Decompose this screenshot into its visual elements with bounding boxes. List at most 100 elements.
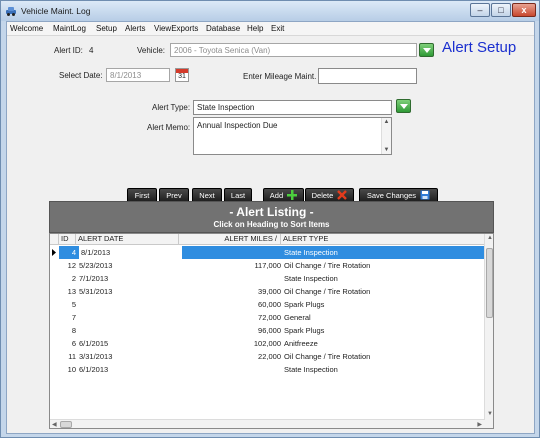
- table-row[interactable]: 8 96,000 Spark Plugs: [59, 324, 485, 337]
- cell-type: Oil Change / Tire Rotation: [284, 261, 371, 270]
- alert-memo-field[interactable]: Annual Inspection Due ▲ ▼: [193, 117, 392, 155]
- chevron-down-icon: [423, 48, 431, 53]
- mileage-label: Enter Mileage Maint.: [243, 72, 317, 81]
- delete-button-label: Delete: [311, 191, 334, 200]
- cell-id: 8: [71, 326, 76, 335]
- cell-date: 7/1/2013: [79, 274, 109, 283]
- menu-database[interactable]: Database: [206, 24, 240, 33]
- cell-miles: 72,000: [258, 313, 281, 322]
- table-row[interactable]: 2 7/1/2013 State Inspection: [59, 272, 485, 285]
- cell-id: 11: [68, 352, 76, 361]
- menu-alerts[interactable]: Alerts: [125, 24, 145, 33]
- calendar-icon[interactable]: 31: [175, 68, 189, 82]
- horizontal-scroll-thumb[interactable]: [60, 421, 72, 428]
- vehicle-field[interactable]: 2006 - Toyota Senica (Van): [170, 43, 417, 57]
- table-row[interactable]: 10 6/1/2013 State Inspection: [59, 363, 485, 376]
- maximize-icon: □: [498, 5, 504, 15]
- cell-id: 5: [71, 300, 76, 309]
- scroll-up-icon[interactable]: ▲: [487, 235, 493, 241]
- page-title: Alert Setup: [442, 39, 517, 56]
- scroll-left-icon[interactable]: ◀: [52, 421, 57, 428]
- menu-welcome[interactable]: Welcome: [10, 24, 43, 33]
- prev-button-label: Prev: [166, 191, 182, 200]
- cell-date: 5/31/2013: [79, 287, 113, 296]
- menu-exit[interactable]: Exit: [271, 24, 284, 33]
- col-alert-miles[interactable]: ALERT MILES /: [179, 234, 281, 245]
- scroll-down-icon[interactable]: ▼: [382, 147, 391, 153]
- col-id[interactable]: ID: [59, 234, 76, 245]
- chevron-down-icon: [400, 104, 408, 109]
- row-header-corner: [50, 234, 59, 245]
- menu-maintlog[interactable]: MaintLog: [53, 24, 86, 33]
- cell-id: 6: [71, 339, 76, 348]
- grid-horizontal-scrollbar[interactable]: ◀ ▶: [50, 419, 485, 428]
- car-icon: [6, 7, 16, 16]
- menu-help[interactable]: Help: [247, 24, 263, 33]
- alert-listing-header: - Alert Listing - Click on Heading to So…: [49, 201, 494, 233]
- table-row[interactable]: 12 5/23/2013 117,000 Oil Change / Tire R…: [59, 259, 485, 272]
- cell-miles: 96,000: [258, 326, 281, 335]
- first-button-label: First: [134, 191, 150, 200]
- alert-memo-label: Alert Memo:: [147, 123, 191, 132]
- table-row[interactable]: 6 6/1/2015 102,000 Anitfreeze: [59, 337, 485, 350]
- scroll-right-icon[interactable]: ▶: [477, 421, 482, 428]
- vehicle-dropdown-button[interactable]: [419, 43, 434, 57]
- table-row[interactable]: 11 3/31/2013 22,000 Oil Change / Tire Ro…: [59, 350, 485, 363]
- next-button-label: Next: [199, 191, 215, 200]
- alert-memo-text: Annual Inspection Due: [197, 121, 278, 130]
- table-row[interactable]: 4 8/1/2013 State Inspection: [59, 246, 485, 259]
- title-bar[interactable]: Vehicle Maint. Log – □ x: [1, 1, 539, 21]
- mileage-field[interactable]: [318, 68, 417, 84]
- cell-type: General: [284, 313, 311, 322]
- cell-type: Oil Change / Tire Rotation: [284, 287, 371, 296]
- table-row[interactable]: 5 60,000 Spark Plugs: [59, 298, 485, 311]
- cell-date: 5/23/2013: [79, 261, 113, 270]
- minimize-icon: –: [477, 5, 483, 15]
- plus-icon: [287, 190, 298, 201]
- close-button[interactable]: x: [512, 3, 536, 17]
- cell-type: Anitfreeze: [284, 339, 318, 348]
- alert-listing-subtitle: Click on Heading to Sort Items: [213, 220, 330, 229]
- alert-type-field[interactable]: State Inspection: [193, 100, 392, 115]
- calendar-day: 31: [178, 73, 186, 80]
- scroll-up-icon[interactable]: ▲: [382, 119, 391, 125]
- cell-date: 6/1/2013: [79, 365, 109, 374]
- col-alert-date[interactable]: ALERT DATE: [76, 234, 179, 245]
- vehicle-label: Vehicle:: [137, 46, 166, 55]
- scroll-down-icon[interactable]: ▼: [487, 411, 493, 417]
- menu-bar: Welcome MaintLog Setup Alerts ViewExport…: [7, 22, 534, 36]
- last-button-label: Last: [230, 191, 246, 200]
- memo-scrollbar[interactable]: ▲ ▼: [381, 118, 391, 154]
- cell-miles: 117,000: [254, 261, 281, 270]
- current-row-indicator-icon: [52, 249, 56, 256]
- cell-type: State Inspection: [284, 365, 338, 374]
- grid-vertical-scrollbar[interactable]: ▲ ▼: [484, 234, 493, 428]
- col-alert-type[interactable]: ALERT TYPE: [281, 234, 485, 245]
- x-icon: [337, 190, 348, 200]
- table-row[interactable]: 7 72,000 General: [59, 311, 485, 324]
- alert-id-value: 4: [89, 46, 94, 55]
- cell-id: 4: [71, 248, 76, 257]
- save-changes-label: Save Changes: [366, 191, 417, 200]
- menu-setup[interactable]: Setup: [96, 24, 117, 33]
- minimize-button[interactable]: –: [470, 3, 490, 17]
- vertical-scroll-thumb[interactable]: [486, 248, 493, 318]
- cell-date: 8/1/2013: [79, 246, 182, 259]
- floppy-disk-icon: [420, 190, 430, 200]
- cell-date: 3/31/2013: [79, 352, 113, 361]
- add-button-label: Add: [269, 191, 284, 200]
- maximize-button[interactable]: □: [491, 3, 511, 17]
- app-window: Vehicle Maint. Log – □ x Welcome MaintLo…: [0, 0, 540, 438]
- alert-grid[interactable]: ID ALERT DATE ALERT MILES / ALERT TYPE 4…: [49, 233, 494, 429]
- alert-id-label: Alert ID:: [54, 46, 83, 55]
- menu-viewexports[interactable]: ViewExports: [154, 24, 198, 33]
- alert-listing-title: - Alert Listing -: [229, 205, 314, 219]
- select-date-label: Select Date:: [59, 71, 103, 80]
- cell-id: 2: [71, 274, 76, 283]
- alert-type-dropdown-button[interactable]: [396, 99, 411, 113]
- cell-type: Spark Plugs: [284, 326, 325, 335]
- select-date-field[interactable]: 8/1/2013: [106, 68, 170, 82]
- cell-id: 12: [67, 261, 76, 270]
- table-row[interactable]: 13 5/31/2013 39,000 Oil Change / Tire Ro…: [59, 285, 485, 298]
- cell-date: 6/1/2015: [79, 339, 109, 348]
